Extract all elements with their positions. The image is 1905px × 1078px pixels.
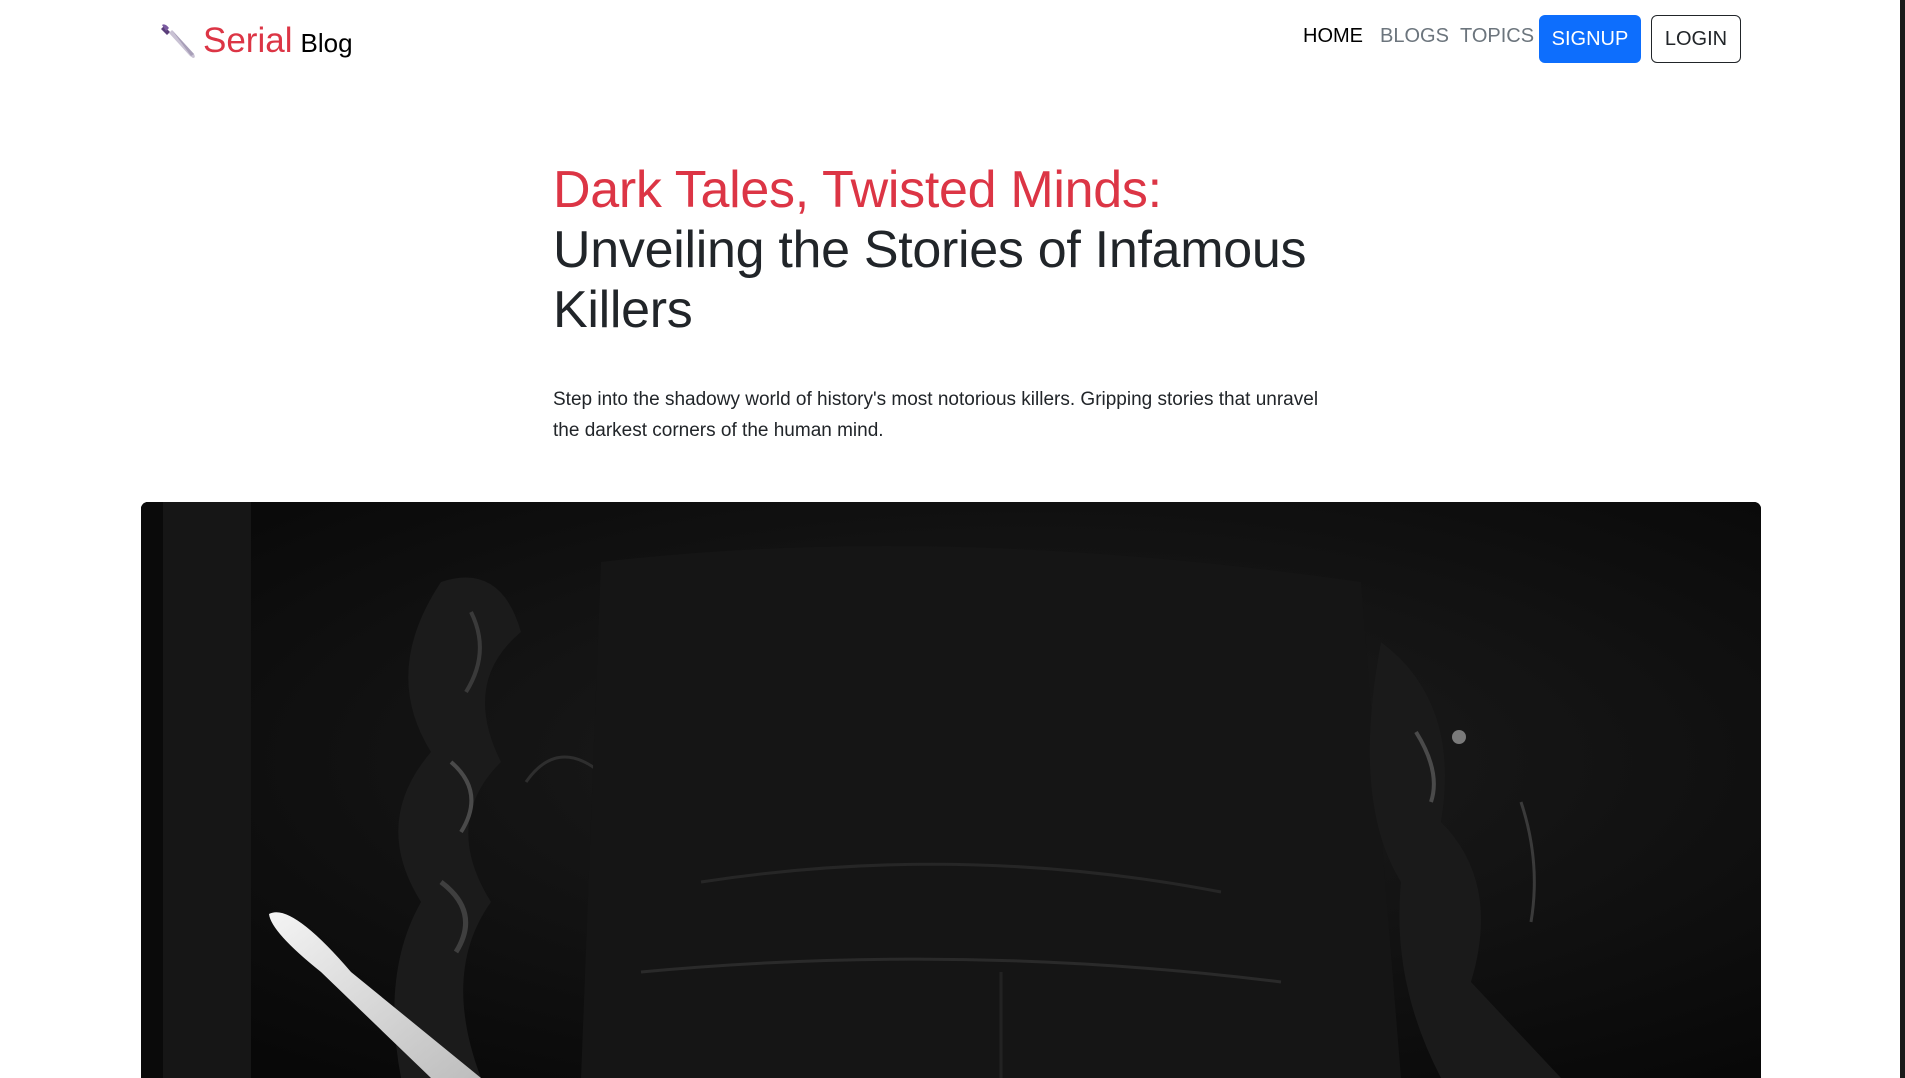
nav-home[interactable]: HOME xyxy=(1303,24,1363,48)
navbar: Serial Blog HOME BLOGS TOPICS SIGNUP LOG… xyxy=(0,0,1905,78)
brand-name: Serial xyxy=(203,21,293,60)
brand-logo[interactable]: Serial Blog xyxy=(160,20,353,62)
hero-section: Dark Tales, Twisted Minds: Unveiling the… xyxy=(553,160,1353,446)
nav-topics[interactable]: TOPICS xyxy=(1460,24,1534,48)
login-button[interactable]: LOGIN xyxy=(1651,15,1741,63)
hero-title-main: Unveiling the Stories of Infamous Killer… xyxy=(553,221,1307,339)
hero-description: Step into the shadowy world of history's… xyxy=(553,389,1319,441)
scrollbar[interactable] xyxy=(1900,0,1905,1078)
signup-button[interactable]: SIGNUP xyxy=(1539,15,1641,63)
brand-suffix: Blog xyxy=(300,28,353,58)
hero-banner-image xyxy=(141,502,1761,1078)
hero-title: Dark Tales, Twisted Minds: Unveiling the… xyxy=(553,160,1353,340)
knife-icon xyxy=(161,24,195,58)
hero-title-accent: Dark Tales, Twisted Minds: xyxy=(553,161,1162,219)
nav-blogs[interactable]: BLOGS xyxy=(1380,24,1449,48)
dark-figure-image xyxy=(141,502,1761,1078)
